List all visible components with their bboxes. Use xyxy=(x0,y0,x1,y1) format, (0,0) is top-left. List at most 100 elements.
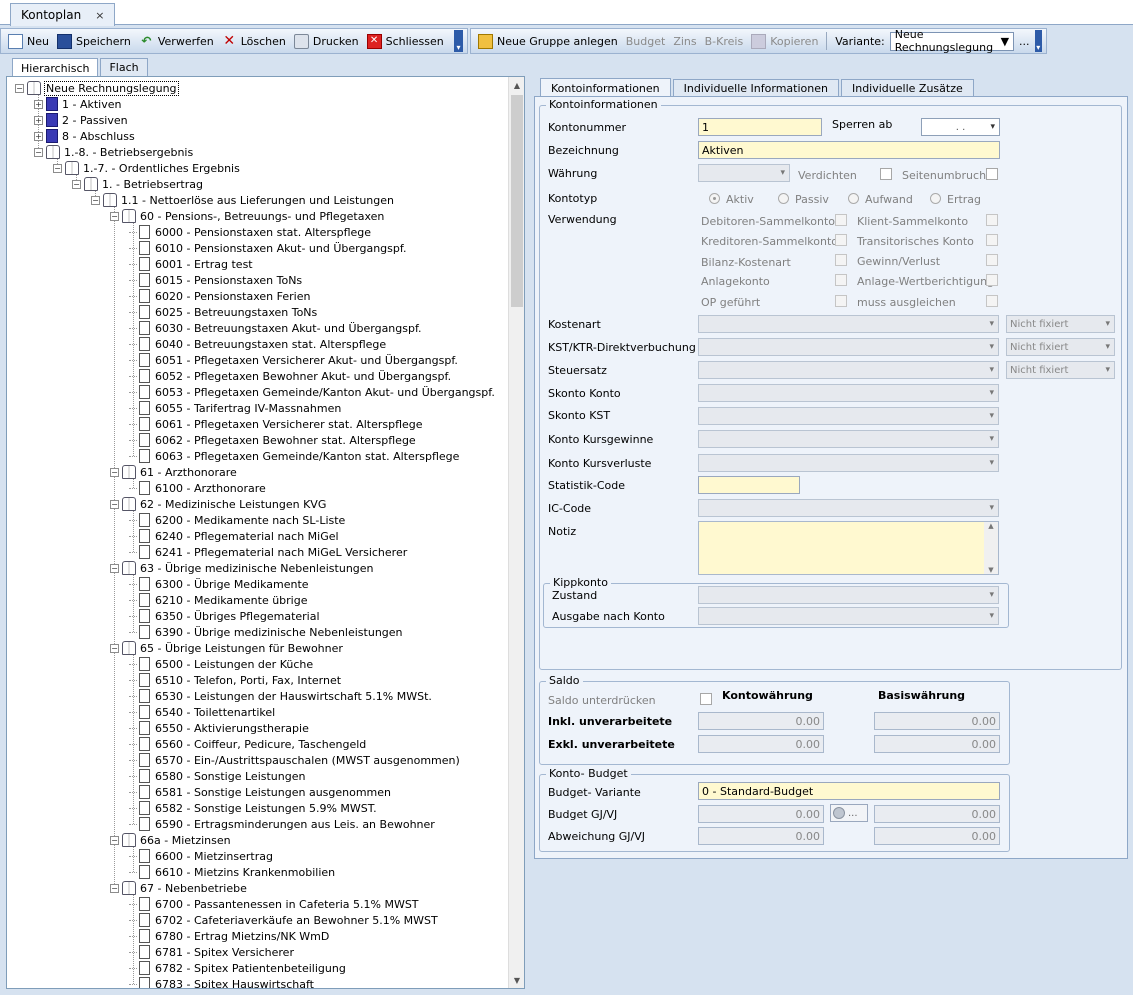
tree-item-label[interactable]: 6781 - Spitex Versicherer xyxy=(154,946,295,959)
notiz-textarea[interactable]: ▲ ▼ xyxy=(698,521,999,575)
tree-account-row[interactable]: 6300 - Übrige Medikamente xyxy=(129,576,310,592)
tree-account-row[interactable]: 6550 - Aktivierungstherapie xyxy=(129,720,310,736)
tree-account-row[interactable]: 6390 - Übrige medizinische Nebenleistung… xyxy=(129,624,404,640)
tree-item-label[interactable]: 6001 - Ertrag test xyxy=(154,258,254,271)
copy-button[interactable]: Kopieren xyxy=(748,31,821,51)
tree-group-row[interactable]: − 60 - Pensions-, Betreuungs- und Pfleget… xyxy=(110,208,385,224)
tree-account-row[interactable]: 6062 - Pflegetaxen Bewohner stat. Alters… xyxy=(129,432,417,448)
budget-button[interactable]: Budget xyxy=(623,31,669,51)
sperren-date-picker[interactable]: . . xyxy=(921,118,1000,136)
tree-group-row[interactable]: − 63 - Übrige medizinische Nebenleistunge… xyxy=(110,560,375,576)
steuersatz-select[interactable] xyxy=(698,361,999,379)
aufwand-radio[interactable] xyxy=(848,193,859,204)
tree-item-label[interactable]: 6055 - Tarifertrag IV-Massnahmen xyxy=(154,402,342,415)
tree-account-row[interactable]: 6030 - Betreuungstaxen Akut- und Übergan… xyxy=(129,320,423,336)
collapse-icon[interactable]: − xyxy=(110,563,119,573)
skonto-kst-select[interactable] xyxy=(698,407,999,425)
zustand-select[interactable] xyxy=(698,586,999,604)
tree-group-row[interactable]: − Neue Rechnungslegung xyxy=(15,80,179,96)
waehrung-select[interactable] xyxy=(698,164,790,182)
tree-item-label[interactable]: 6241 - Pflegematerial nach MiGeL Versich… xyxy=(154,546,408,559)
expand-icon[interactable]: + xyxy=(34,131,43,141)
tree-group-row[interactable]: +2 - Passiven xyxy=(34,112,129,128)
tree-item-label[interactable]: 6015 - Pensionstaxen ToNs xyxy=(154,274,303,287)
tree-account-row[interactable]: 6500 - Leistungen der Küche xyxy=(129,656,314,672)
tab-kontoinformationen[interactable]: Kontoinformationen xyxy=(540,78,671,97)
kostenart-fix-select[interactable]: Nicht fixiert xyxy=(1006,315,1115,333)
tree-account-row[interactable]: 6560 - Coiffeur, Pedicure, Taschengeld xyxy=(129,736,367,752)
tree-account-row[interactable]: 6001 - Ertrag test xyxy=(129,256,254,272)
bezeichnung-input[interactable]: Aktiven xyxy=(698,141,1000,159)
tree-item-label[interactable]: 2 - Passiven xyxy=(61,114,129,127)
expand-icon[interactable]: + xyxy=(34,115,43,125)
zins-button[interactable]: Zins xyxy=(670,31,699,51)
ertrag-radio[interactable] xyxy=(930,193,941,204)
discard-button[interactable]: ↶ Verwerfen xyxy=(136,31,217,51)
tree-item-label[interactable]: 6783 - Spitex Hauswirtschaft xyxy=(154,978,315,989)
tree-item-label[interactable]: 6052 - Pflegetaxen Bewohner Akut- und Üb… xyxy=(154,370,452,383)
kreditoren-checkbox[interactable] xyxy=(835,234,847,246)
collapse-icon[interactable]: − xyxy=(72,179,81,189)
print-button[interactable]: Drucken xyxy=(291,31,362,51)
tree-item-label[interactable]: 6600 - Mietzinsertrag xyxy=(154,850,274,863)
tree-item-label[interactable]: 6061 - Pflegetaxen Versicherer stat. Alt… xyxy=(154,418,424,431)
tree-account-row[interactable]: 6510 - Telefon, Porti, Fax, Internet xyxy=(129,672,342,688)
tree-account-row[interactable]: 6600 - Mietzinsertrag xyxy=(129,848,274,864)
notiz-scrollbar[interactable]: ▲ ▼ xyxy=(984,522,998,574)
tree-item-label[interactable]: 6782 - Spitex Patientenbeteiligung xyxy=(154,962,347,975)
tree-item-label[interactable]: 6025 - Betreuungstaxen ToNs xyxy=(154,306,318,319)
tree-item-label[interactable]: 6702 - Cafeteriaverkäufe an Bewohner 5.1… xyxy=(154,914,439,927)
scroll-up-icon[interactable]: ▲ xyxy=(988,522,993,530)
tree-group-row[interactable]: − 61 - Arzthonorare xyxy=(110,464,238,480)
kontonummer-input[interactable]: 1 xyxy=(698,118,822,136)
tree-account-row[interactable]: 6053 - Pflegetaxen Gemeinde/Kanton Akut-… xyxy=(129,384,496,400)
save-button[interactable]: Speichern xyxy=(54,31,134,51)
saldo-unterdruecken-checkbox[interactable] xyxy=(700,693,712,705)
tree-item-label[interactable]: 6030 - Betreuungstaxen Akut- und Übergan… xyxy=(154,322,423,335)
variant-select[interactable]: Neue Rechnungslegung ▼ xyxy=(889,28,1015,54)
tree-item-label[interactable]: 6540 - Toilettenartikel xyxy=(154,706,276,719)
tree-item-label[interactable]: 62 - Medizinische Leistungen KVG xyxy=(139,498,327,511)
tree-item-label[interactable]: 6053 - Pflegetaxen Gemeinde/Kanton Akut-… xyxy=(154,386,496,399)
anlage-wb-checkbox[interactable] xyxy=(986,274,998,286)
tree-item-label[interactable]: 1.-8. - Betriebsergebnis xyxy=(63,146,194,159)
tree-item-label[interactable]: 1.1 - Nettoerlöse aus Lieferungen und Le… xyxy=(120,194,395,207)
tree-account-row[interactable]: 6780 - Ertrag Mietzins/NK WmD xyxy=(129,928,330,944)
tree-group-row[interactable]: − 1.-7. - Ordentliches Ergebnis xyxy=(53,160,241,176)
budget-detail-button[interactable]: ... xyxy=(830,804,868,822)
collapse-icon[interactable]: − xyxy=(110,467,119,477)
aktiv-radio[interactable] xyxy=(709,193,720,204)
debitoren-checkbox[interactable] xyxy=(835,214,847,226)
tree-account-row[interactable]: 6590 - Ertragsminderungen aus Leis. an B… xyxy=(129,816,436,832)
skonto-konto-select[interactable] xyxy=(698,384,999,402)
tree-account-row[interactable]: 6210 - Medikamente übrige xyxy=(129,592,309,608)
tree-item-label[interactable]: 6020 - Pensionstaxen Ferien xyxy=(154,290,311,303)
tree-account-row[interactable]: 6582 - Sonstige Leistungen 5.9% MWST. xyxy=(129,800,378,816)
tree-group-row[interactable]: − 1.-8. - Betriebsergebnis xyxy=(34,144,194,160)
collapse-icon[interactable]: − xyxy=(110,643,119,653)
tree-item-label[interactable]: 6300 - Übrige Medikamente xyxy=(154,578,310,591)
tree-group-row[interactable]: − 67 - Nebenbetriebe xyxy=(110,880,248,896)
tree-group-row[interactable]: − 1. - Betriebsertrag xyxy=(72,176,204,192)
kursgewinne-select[interactable] xyxy=(698,430,999,448)
tree-account-row[interactable]: 6055 - Tarifertrag IV-Massnahmen xyxy=(129,400,342,416)
tree-account-row[interactable]: 6100 - Arzthonorare xyxy=(129,480,267,496)
tree-item-label[interactable]: 1.-7. - Ordentliches Ergebnis xyxy=(82,162,241,175)
anlagekonto-checkbox[interactable] xyxy=(835,274,847,286)
bilanz-checkbox[interactable] xyxy=(835,254,847,266)
tree-group-row[interactable]: − 66a - Mietzinsen xyxy=(110,832,232,848)
collapse-icon[interactable]: − xyxy=(53,163,62,173)
scroll-thumb[interactable] xyxy=(511,95,523,307)
tree-item-label[interactable]: 6390 - Übrige medizinische Nebenleistung… xyxy=(154,626,404,639)
tree-group-row[interactable]: +1 - Aktiven xyxy=(34,96,122,112)
tree-item-label[interactable]: 66a - Mietzinsen xyxy=(139,834,232,847)
statistik-input[interactable] xyxy=(698,476,800,494)
tree-item-label[interactable]: 6530 - Leistungen der Hauswirtschaft 5.1… xyxy=(154,690,433,703)
tree-item-label[interactable]: 63 - Übrige medizinische Nebenleistungen xyxy=(139,562,375,575)
tab-individuelle-zusaetze[interactable]: Individuelle Zusätze xyxy=(840,79,974,97)
account-tree[interactable]: ▲ ▼ − Neue Rechnungslegung +1 - Aktiven +2 … xyxy=(6,76,525,989)
tree-group-row[interactable]: +8 - Abschluss xyxy=(34,128,136,144)
tree-group-row[interactable]: − 62 - Medizinische Leistungen KVG xyxy=(110,496,327,512)
scroll-up-icon[interactable]: ▲ xyxy=(509,77,524,93)
tree-item-label[interactable]: 6510 - Telefon, Porti, Fax, Internet xyxy=(154,674,342,687)
